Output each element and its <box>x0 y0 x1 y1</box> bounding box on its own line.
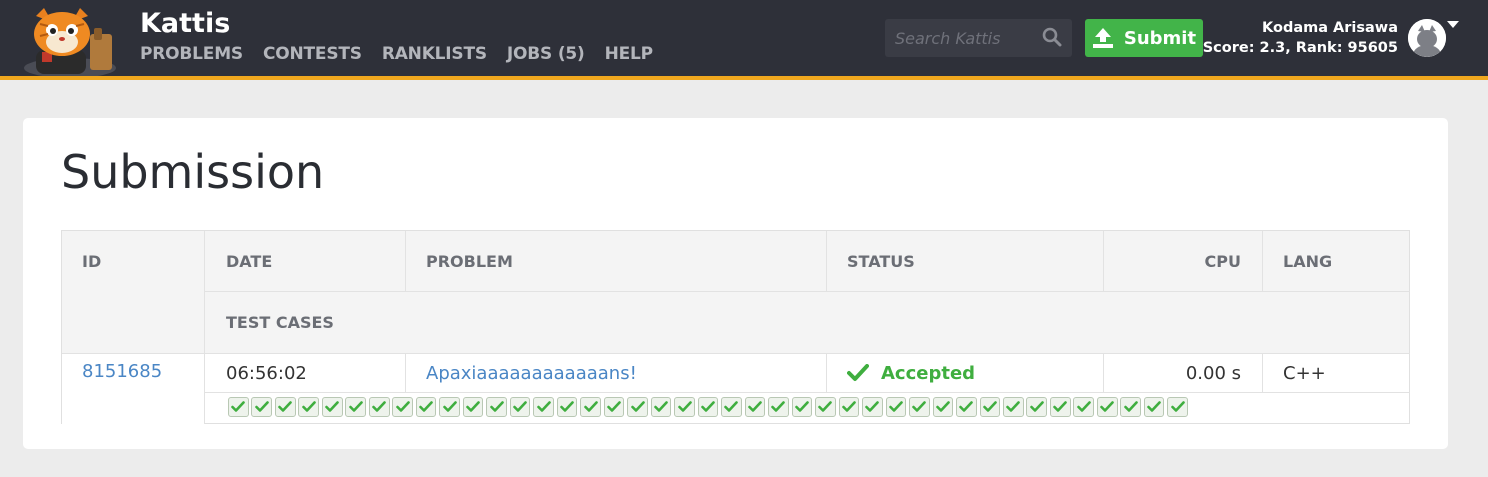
test-case-accepted-icon[interactable] <box>885 397 907 417</box>
test-case-accepted-icon[interactable] <box>838 397 860 417</box>
top-navbar: Kattis PROBLEMS CONTESTS RANKLISTS JOBS … <box>0 0 1488 80</box>
test-case-accepted-icon[interactable] <box>1120 397 1141 417</box>
test-case-accepted-icon[interactable] <box>791 397 813 417</box>
test-case-accepted-icon[interactable] <box>721 397 742 417</box>
search-input[interactable] <box>885 19 1035 57</box>
test-case-accepted-icon[interactable] <box>909 397 930 417</box>
header-status: STATUS <box>827 231 1103 291</box>
main-nav: PROBLEMS CONTESTS RANKLISTS JOBS (5) HEL… <box>140 44 653 64</box>
nav-contests[interactable]: CONTESTS <box>263 44 362 64</box>
kattis-logo[interactable] <box>22 6 118 76</box>
problem-link[interactable]: Apaxiaaaaaaaaaaaans! <box>426 363 637 384</box>
test-case-accepted-icon[interactable] <box>298 397 320 417</box>
test-case-accepted-icon[interactable] <box>321 397 343 417</box>
nav-problems[interactable]: PROBLEMS <box>140 44 243 64</box>
user-stats: Score: 2.3, Rank: 95605 <box>1202 40 1398 56</box>
test-case-accepted-icon[interactable] <box>979 397 1001 417</box>
user-info[interactable]: Kodama Arisawa Score: 2.3, Rank: 95605 <box>1203 18 1398 58</box>
submit-button[interactable]: Submit <box>1085 19 1203 57</box>
default-avatar-icon <box>1408 19 1446 57</box>
test-case-accepted-icon[interactable] <box>1002 397 1024 417</box>
test-case-accepted-icon[interactable] <box>509 397 531 417</box>
test-case-accepted-icon[interactable] <box>439 397 460 417</box>
submit-label: Submit <box>1123 27 1197 49</box>
test-case-accepted-icon[interactable] <box>274 397 296 417</box>
test-case-accepted-icon[interactable] <box>603 397 625 417</box>
header-id: ID <box>62 231 204 353</box>
user-menu-caret-icon[interactable] <box>1447 21 1459 28</box>
submission-id-link[interactable]: 8151685 <box>82 361 162 382</box>
test-case-accepted-icon[interactable] <box>674 397 695 417</box>
test-case-accepted-icon[interactable] <box>556 397 578 417</box>
test-case-accepted-icon[interactable] <box>345 397 367 417</box>
status-accepted: Accepted <box>881 362 976 384</box>
test-case-accepted-icon[interactable] <box>1096 397 1118 417</box>
test-case-accepted-icon[interactable] <box>251 397 273 417</box>
header-cpu: CPU <box>1104 231 1262 291</box>
test-case-accepted-icon[interactable] <box>415 397 437 417</box>
user-name: Kodama Arisawa <box>1262 20 1398 36</box>
cell-id: 8151685 <box>62 354 204 424</box>
cell-problem: Apaxiaaaaaaaaaaaans! <box>406 354 826 392</box>
test-case-accepted-icon[interactable] <box>486 397 507 417</box>
test-case-accepted-icon[interactable] <box>815 397 836 417</box>
test-case-accepted-icon[interactable] <box>1143 397 1165 417</box>
nav-help[interactable]: HELP <box>605 44 654 64</box>
search-box <box>885 19 1072 57</box>
test-cases-row <box>228 397 1188 417</box>
test-case-accepted-icon[interactable] <box>1026 397 1048 417</box>
test-case-accepted-icon[interactable] <box>650 397 672 417</box>
test-case-accepted-icon[interactable] <box>1167 397 1188 417</box>
cell-date: 06:56:02 <box>205 354 405 392</box>
cell-lang: C++ <box>1263 354 1409 392</box>
test-case-accepted-icon[interactable] <box>580 397 601 417</box>
test-case-accepted-icon[interactable] <box>368 397 390 417</box>
cell-status: Accepted <box>827 354 1103 392</box>
checkmark-icon <box>847 364 869 381</box>
cell-cpu: 0.00 s <box>1104 354 1262 392</box>
nav-ranklists[interactable]: RANKLISTS <box>382 44 487 64</box>
test-case-accepted-icon[interactable] <box>697 397 719 417</box>
page-title: Submission <box>61 145 325 199</box>
test-case-accepted-icon[interactable] <box>862 397 883 417</box>
test-case-accepted-icon[interactable] <box>956 397 977 417</box>
test-case-accepted-icon[interactable] <box>392 397 413 417</box>
test-case-accepted-icon[interactable] <box>462 397 484 417</box>
brand-name[interactable]: Kattis <box>140 8 230 39</box>
submission-card: Submission ID DATE PROBLEM STATUS CPU LA… <box>23 118 1448 449</box>
upload-icon <box>1092 28 1113 48</box>
test-case-accepted-icon[interactable] <box>1073 397 1095 417</box>
test-case-accepted-icon[interactable] <box>228 397 249 417</box>
avatar[interactable] <box>1408 19 1446 57</box>
header-date: DATE <box>205 231 405 291</box>
header-test-cases: TEST CASES <box>205 292 1409 353</box>
test-case-accepted-icon[interactable] <box>1049 397 1071 417</box>
nav-jobs[interactable]: JOBS (5) <box>507 44 585 64</box>
header-problem: PROBLEM <box>406 231 826 291</box>
test-case-accepted-icon[interactable] <box>627 397 648 417</box>
test-case-accepted-icon[interactable] <box>768 397 789 417</box>
test-case-accepted-icon[interactable] <box>744 397 766 417</box>
submission-table: ID DATE PROBLEM STATUS CPU LANG TEST CAS… <box>61 230 1410 424</box>
search-icon[interactable] <box>1042 27 1062 47</box>
header-lang: LANG <box>1263 231 1409 291</box>
test-case-accepted-icon[interactable] <box>533 397 554 417</box>
test-case-accepted-icon[interactable] <box>932 397 954 417</box>
